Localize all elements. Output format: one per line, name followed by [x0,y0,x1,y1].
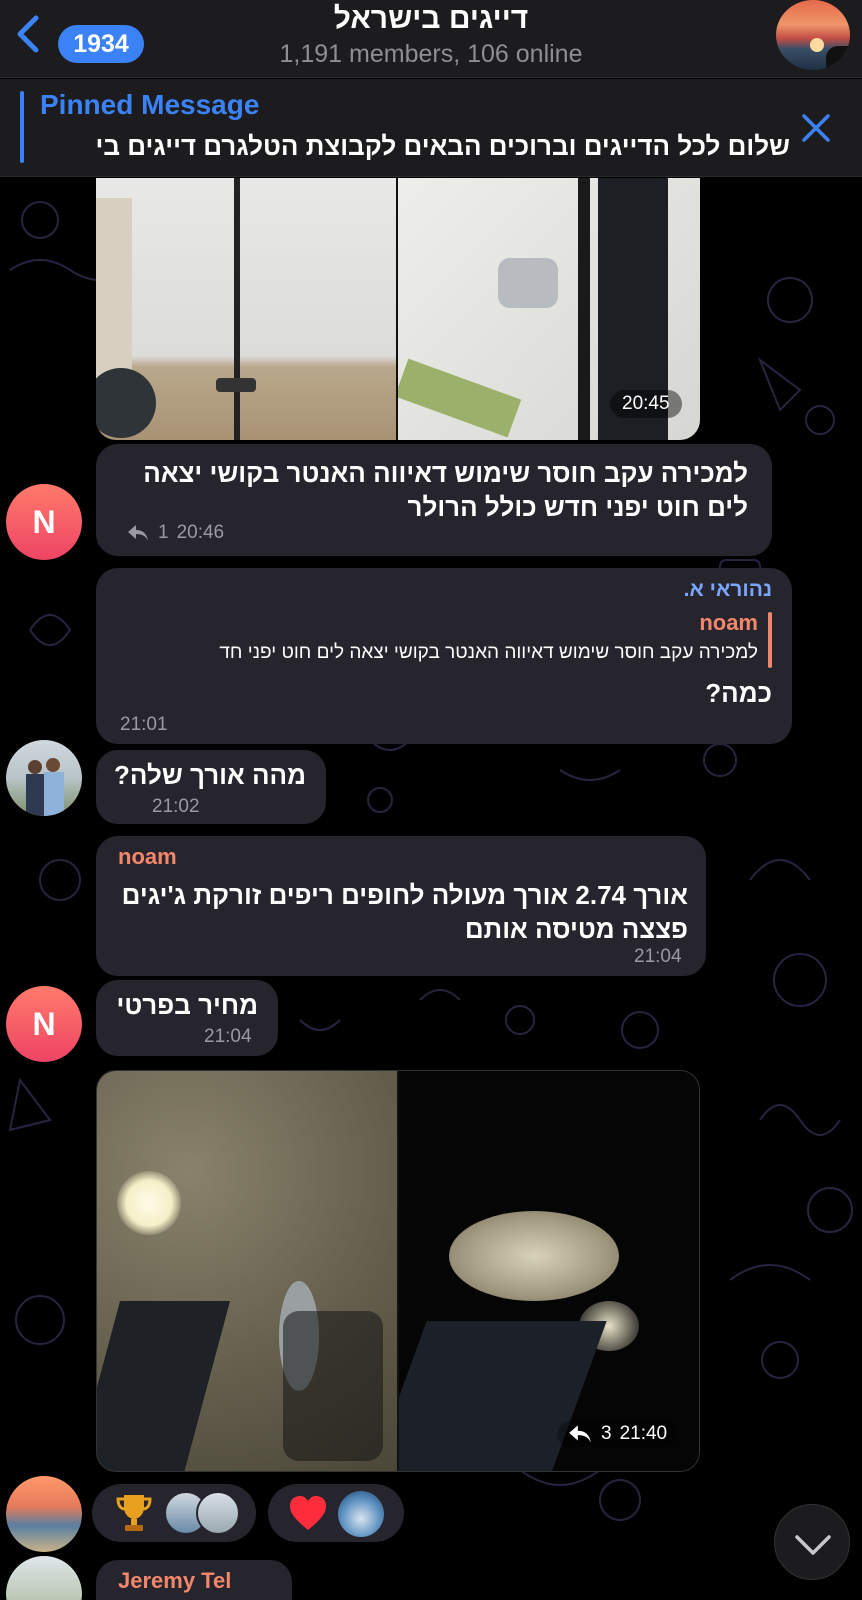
avatar-user[interactable] [6,1476,82,1552]
group-avatar[interactable] [776,0,850,70]
trophy-icon [116,1495,152,1531]
message-time: 21:04 [634,946,682,967]
quote-sender: noam [699,610,758,635]
message-length-question[interactable]: מהה אורך שלה? 21:02 [96,750,326,824]
message-time: 21:01 [120,714,168,735]
reply-arrow-icon [128,525,148,541]
quote-text: למכירה עקב חוסר שימוש דאיווה האנטר בקושי… [219,642,758,663]
chat-title[interactable]: דייגים בישראל [200,2,662,36]
message-time: 21:40 [619,1423,668,1444]
avatar-noam[interactable]: N [6,986,82,1062]
avatar-user[interactable] [6,740,82,816]
message-noam-answer[interactable]: noam אורך 2.74 אורך מעולה לחופים ריפים ז… [96,836,706,976]
reaction-trophy[interactable] [92,1484,256,1542]
reaction-heart[interactable] [268,1484,404,1542]
reply-arrow-icon [569,1425,591,1443]
photo-album-fish[interactable]: 3 21:40 [96,1070,700,1472]
pinned-title: Pinned Message [40,89,260,120]
reactor-avatar [196,1491,240,1535]
pinned-indicator [20,91,24,163]
message-private-price[interactable]: מחיר בפרטי 21:04 [96,980,278,1056]
album-meta: 3 21:40 [557,1421,678,1447]
chat-header: 1934 דייגים בישראל 1,191 members, 106 on… [0,0,862,78]
message-jeremy[interactable]: Jeremy Tel [96,1560,292,1600]
pinned-message-bar[interactable]: Pinned Message שלום לכל הדייגים וברוכים … [0,79,862,177]
message-text: כמה? [705,678,772,708]
photo-fish-sand[interactable] [97,1071,397,1471]
back-button[interactable]: 1934 [12,12,144,63]
message-time: 20:46 [176,522,225,543]
message-text: למכירה עקב חוסר שימוש דאיווה האנטר בקושי… [143,458,748,522]
reply-count[interactable]: 1 [158,522,169,544]
sender-name[interactable]: noam [118,844,177,870]
sender-name[interactable]: Jeremy Tel [118,1568,231,1594]
message-text: מהה אורך שלה? [114,760,306,790]
message-sale[interactable]: למכירה עקב חוסר שימוש דאיווה האנטר בקושי… [96,444,772,556]
message-time: 21:04 [204,1026,252,1047]
close-icon[interactable] [800,112,832,144]
sender-name[interactable]: נהוראי א. [684,578,772,602]
message-meta: 1 20:46 [126,522,224,544]
message-text: מחיר בפרטי [116,990,258,1020]
heart-icon [290,1496,326,1530]
photo-fish-hand[interactable] [399,1071,699,1471]
quoted-message[interactable]: noam למכירה עקב חוסר שימוש דאיווה האנטר … [112,610,772,668]
avatar-noam[interactable]: N [6,484,82,560]
pinned-text: שלום לכל הדייגים וברוכים הבאים לקבוצת הט… [95,131,790,161]
reactor-avatar [338,1491,384,1537]
reply-count[interactable]: 3 [601,1423,612,1445]
chat-subtitle: 1,191 members, 106 online [279,40,583,68]
scroll-to-bottom-button[interactable] [774,1504,850,1580]
message-reply-price[interactable]: נהוראי א. noam למכירה עקב חוסר שימוש דאי… [96,568,792,744]
chevron-down-icon [795,1535,831,1555]
message-text: אורך 2.74 אורך מעולה לחופים ריפים זורקת … [121,880,688,944]
photo-album-rod[interactable]: 20:45 [96,178,700,440]
photo-rod-room[interactable] [96,178,396,440]
unread-count-badge: 1934 [58,25,144,63]
message-time: 21:02 [152,796,200,817]
photo-timestamp: 20:45 [610,390,682,418]
back-chevron-icon [17,15,39,53]
